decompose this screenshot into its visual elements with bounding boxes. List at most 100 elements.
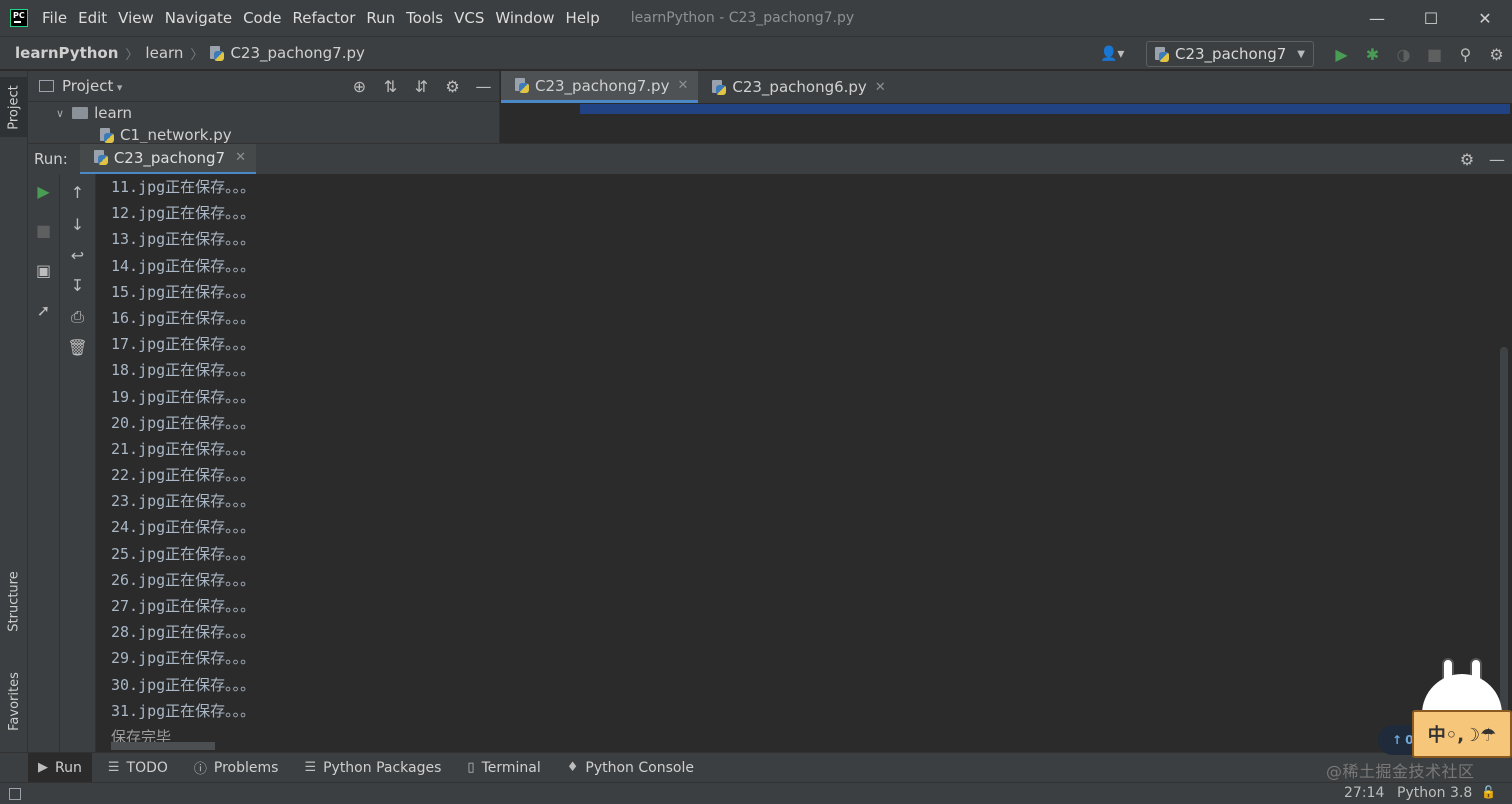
- stop-icon[interactable]: ■: [1419, 42, 1450, 66]
- editor-area[interactable]: [501, 103, 1512, 143]
- menu-bar: File Edit View Navigate Code Refactor Ru…: [42, 9, 611, 27]
- menu-tools[interactable]: Tools: [406, 9, 443, 27]
- stop-icon[interactable]: ■: [28, 219, 59, 241]
- info-icon: ⓘ: [193, 762, 207, 777]
- tool-tab-project[interactable]: Project: [0, 77, 28, 137]
- python-file-icon: [100, 127, 114, 143]
- menu-code[interactable]: Code: [243, 9, 281, 27]
- pin-icon[interactable]: ➚: [28, 299, 59, 321]
- project-view-icon: [39, 80, 54, 92]
- tree-item-file[interactable]: C1_network.py: [28, 124, 499, 143]
- interpreter-selector[interactable]: Python 3.8: [1397, 785, 1472, 801]
- run-label: Run:: [34, 150, 68, 168]
- bottom-tab-problems[interactable]: ⓘ Problems: [184, 753, 289, 783]
- bottom-tab-python-packages[interactable]: ☰ Python Packages: [294, 753, 451, 783]
- horizontal-scrollbar[interactable]: [111, 742, 215, 750]
- console-line: 24.jpg正在保存。。。: [111, 518, 256, 537]
- menu-run[interactable]: Run: [366, 9, 395, 27]
- bottom-tab-todo[interactable]: ☰ TODO: [98, 753, 178, 783]
- settings-icon[interactable]: ⚙: [1481, 42, 1512, 66]
- menu-help[interactable]: Help: [566, 9, 600, 27]
- hide-icon[interactable]: —: [1482, 150, 1512, 169]
- menu-edit[interactable]: Edit: [78, 9, 107, 27]
- run-config-label: C23_pachong7: [1175, 45, 1287, 63]
- bottom-tab-python-console[interactable]: ♦ Python Console: [557, 753, 704, 783]
- caret-position[interactable]: 27:14: [1344, 785, 1384, 801]
- soft-wrap-icon[interactable]: ↩: [60, 244, 95, 266]
- tool-tab-structure[interactable]: Structure: [0, 559, 28, 643]
- bottom-tab-run[interactable]: ▶ Run: [28, 752, 92, 783]
- print-icon[interactable]: ⎙: [60, 306, 95, 328]
- console-line: 20.jpg正在保存。。。: [111, 413, 256, 432]
- collapse-all-icon[interactable]: ⇵: [406, 77, 437, 96]
- menu-refactor[interactable]: Refactor: [292, 9, 355, 27]
- breadcrumb-file[interactable]: C23_pachong7.py: [230, 44, 364, 62]
- close-tab-icon[interactable]: ✕: [235, 150, 246, 165]
- console-line: 13.jpg正在保存。。。: [111, 230, 256, 249]
- run-tab[interactable]: C23_pachong7 ✕: [79, 143, 257, 175]
- run-icon[interactable]: ▶: [1326, 42, 1357, 66]
- editor-tab-pachong7[interactable]: C23_pachong7.py ✕: [501, 71, 699, 103]
- bottom-tab-terminal[interactable]: ▯ Terminal: [457, 753, 550, 783]
- chevron-right-icon: 〉: [190, 47, 204, 63]
- run-console[interactable]: 11.jpg正在保存。。。 12.jpg正在保存。。。 13.jpg正在保存。。…: [96, 174, 1496, 752]
- python-file-icon: [515, 78, 529, 93]
- trash-icon[interactable]: 🗑: [60, 336, 95, 358]
- console-line: 18.jpg正在保存。。。: [111, 361, 256, 380]
- run-config-selector[interactable]: C23_pachong7 ▼: [1146, 41, 1314, 67]
- breadcrumb-folder[interactable]: learn: [145, 44, 183, 62]
- run-panel-actions: ⚙ —: [1452, 144, 1512, 175]
- minimize-icon[interactable]: —: [1350, 0, 1404, 36]
- coverage-icon[interactable]: ◑: [1388, 42, 1419, 66]
- menu-window[interactable]: Window: [495, 9, 554, 27]
- console-line: 30.jpg正在保存。。。: [111, 675, 256, 694]
- rerun-icon[interactable]: ▶: [28, 180, 59, 202]
- gear-icon[interactable]: ⚙: [437, 77, 468, 96]
- menu-navigate[interactable]: Navigate: [165, 9, 232, 27]
- console-line: 14.jpg正在保存。。。: [111, 256, 256, 275]
- console-line: 17.jpg正在保存。。。: [111, 335, 256, 354]
- menu-view[interactable]: View: [118, 9, 154, 27]
- project-panel: Project ⊕ ⇅ ⇵ ⚙ — ∨ learn C1_network.py: [28, 71, 500, 143]
- close-icon[interactable]: ✕: [1458, 0, 1512, 36]
- console-line-done: 保存完毕: [111, 727, 172, 746]
- maximize-icon[interactable]: ☐: [1404, 0, 1458, 36]
- search-icon[interactable]: ⚲: [1450, 42, 1481, 66]
- console-line: 11.jpg正在保存。。。: [111, 178, 256, 196]
- scroll-to-end-icon[interactable]: ↧: [60, 274, 95, 296]
- editor-tab-pachong6[interactable]: C23_pachong6.py ✕: [698, 71, 895, 103]
- lock-icon[interactable]: 🔓: [1481, 785, 1496, 799]
- locate-icon[interactable]: ⊕: [344, 77, 375, 96]
- status-bar: 27:14 Python 3.8 🔓: [0, 782, 1512, 804]
- tool-tab-favorites[interactable]: Favorites: [0, 659, 28, 743]
- close-tab-icon[interactable]: ✕: [875, 80, 886, 95]
- run-toolbar-secondary: ↑ ↓ ↩ ↧ ⎙ 🗑: [60, 174, 96, 752]
- run-toolbar-primary: ▶ ■ ▣ ➚: [28, 174, 60, 752]
- tree-item-folder[interactable]: ∨ learn: [28, 102, 499, 124]
- gear-icon[interactable]: ⚙: [1452, 150, 1482, 169]
- console-line: 15.jpg正在保存。。。: [111, 282, 256, 301]
- arrow-up-icon[interactable]: ↑: [60, 181, 95, 203]
- tool-windows-icon[interactable]: [9, 787, 21, 800]
- ime-mascot[interactable]: 中◦,☽☂: [1412, 658, 1512, 778]
- console-line: 19.jpg正在保存。。。: [111, 387, 256, 406]
- arrow-down-icon[interactable]: ↓: [60, 213, 95, 235]
- close-tab-icon[interactable]: ✕: [677, 78, 688, 93]
- upload-badge[interactable]: ↑ 0: [1378, 725, 1414, 755]
- console-line: 29.jpg正在保存。。。: [111, 649, 256, 668]
- debug-icon[interactable]: ✱: [1357, 42, 1388, 66]
- project-view-selector[interactable]: Project: [62, 77, 122, 95]
- hide-icon[interactable]: —: [468, 77, 499, 96]
- pycharm-logo-icon: PC: [10, 9, 28, 27]
- python-icon: ♦: [566, 760, 579, 775]
- menu-vcs[interactable]: VCS: [454, 9, 484, 27]
- expand-all-icon[interactable]: ⇅: [375, 77, 406, 96]
- play-icon: ▶: [38, 760, 48, 775]
- layout-icon[interactable]: ▣: [28, 259, 59, 281]
- console-line: 22.jpg正在保存。。。: [111, 466, 256, 485]
- window-controls: — ☐ ✕: [1350, 0, 1512, 36]
- left-tool-strip: Project Structure Favorites: [0, 71, 28, 781]
- breadcrumb-project[interactable]: learnPython: [15, 44, 118, 62]
- menu-file[interactable]: File: [42, 9, 67, 27]
- user-icon[interactable]: 👤▾: [1100, 44, 1130, 64]
